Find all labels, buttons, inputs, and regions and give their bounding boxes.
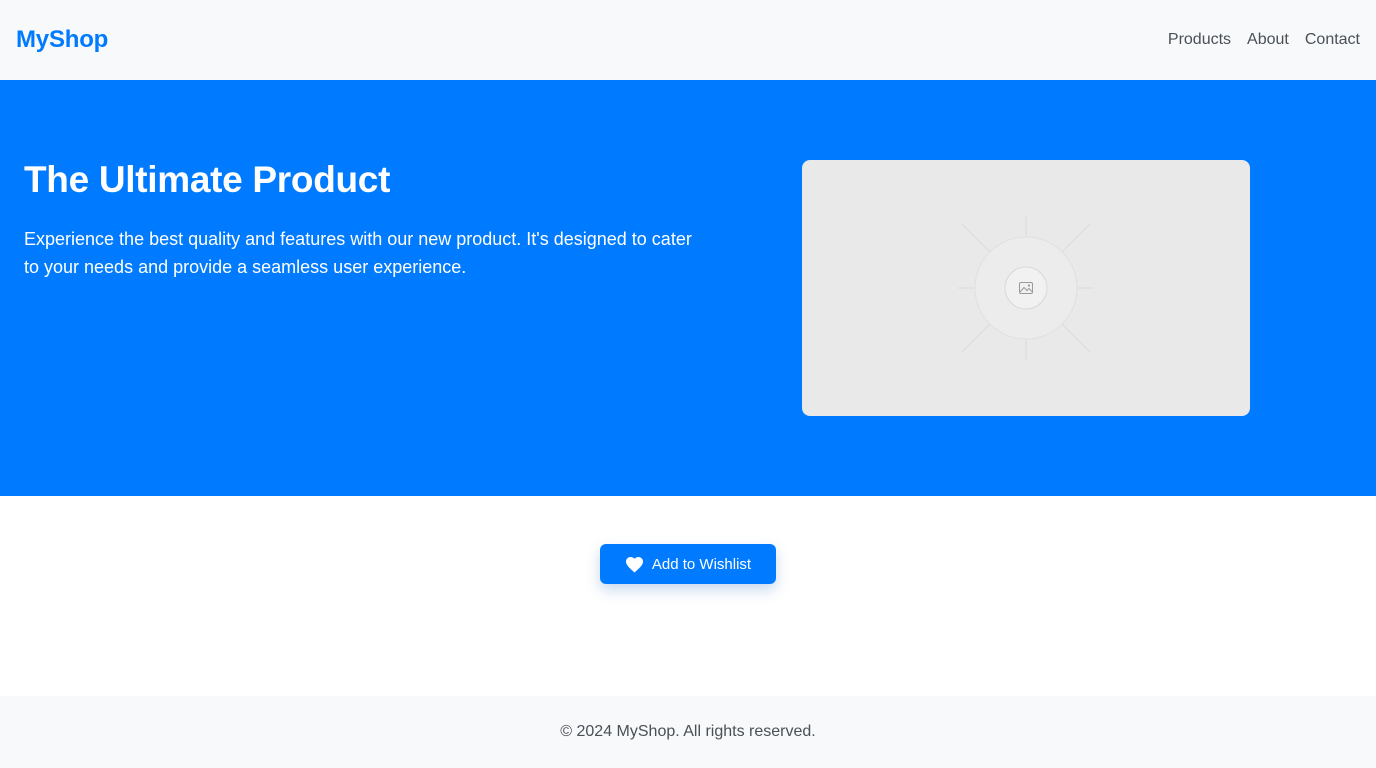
hero-description: Experience the best quality and features… [24,229,692,277]
hero-image-placeholder [802,160,1250,416]
main-nav: Products About Contact [1152,31,1360,49]
hero-title: The Ultimate Product [24,159,391,200]
site-header: MyShop Products About Contact [0,0,1376,80]
wishlist-button-label: Add to Wishlist [651,555,752,573]
image-placeholder-icon [958,216,1094,360]
nav-link-about[interactable]: About [1247,31,1289,49]
heart-icon [625,556,644,573]
hero-section: The Ultimate Product Experience the best… [0,80,1376,496]
page: MyShop Products About Contact The Ultima… [0,0,1376,768]
nav-link-products[interactable]: Products [1168,31,1231,49]
nav-link-contact[interactable]: Contact [1305,31,1360,49]
site-footer: © 2024 MyShop. All rights reserved. [0,696,1376,768]
footer-copyright: © 2024 MyShop. All rights reserved. [560,723,816,740]
add-to-wishlist-button[interactable]: Add to Wishlist [600,544,776,584]
logo[interactable]: MyShop [16,26,108,54]
